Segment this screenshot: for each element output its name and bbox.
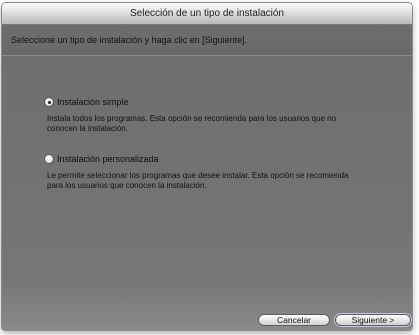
button-bar: Cancelar Siguiente >	[2, 288, 412, 330]
title-bar: Selección de un tipo de instalación	[2, 3, 412, 25]
option-custom[interactable]: Instalación personalizada	[44, 154, 159, 164]
option-simple-description-line-2: conocen la instalación.	[47, 124, 128, 133]
instruction-banner: Seleccione un tipo de instalación y haga…	[2, 25, 412, 56]
next-button[interactable]: Siguiente >	[335, 314, 411, 326]
option-simple-label[interactable]: Instalación simple	[57, 97, 129, 107]
option-simple[interactable]: Instalación simple	[44, 97, 129, 107]
radio-simple[interactable]	[44, 97, 54, 107]
instruction-text: Seleccione un tipo de instalación y haga…	[11, 35, 248, 45]
option-custom-description-line-1: Le permite seleccionar los programas que…	[47, 171, 349, 180]
option-custom-label[interactable]: Instalación personalizada	[57, 154, 159, 164]
option-custom-description-line-2: para los usuarios que conocen la instala…	[47, 181, 207, 190]
radio-custom[interactable]	[44, 154, 54, 164]
option-simple-description-line-1: Instala todos los programas. Esta opción…	[47, 114, 337, 123]
window-title: Selección de un tipo de instalación	[130, 8, 284, 19]
installer-window: Selección de un tipo de instalación Sele…	[2, 3, 412, 330]
cancel-button[interactable]: Cancelar	[258, 314, 330, 326]
option-simple-description: Instala todos los programas. Esta opción…	[47, 114, 357, 134]
options-panel: Instalación simple Instala todos los pro…	[2, 56, 412, 288]
option-custom-description: Le permite seleccionar los programas que…	[47, 171, 357, 191]
